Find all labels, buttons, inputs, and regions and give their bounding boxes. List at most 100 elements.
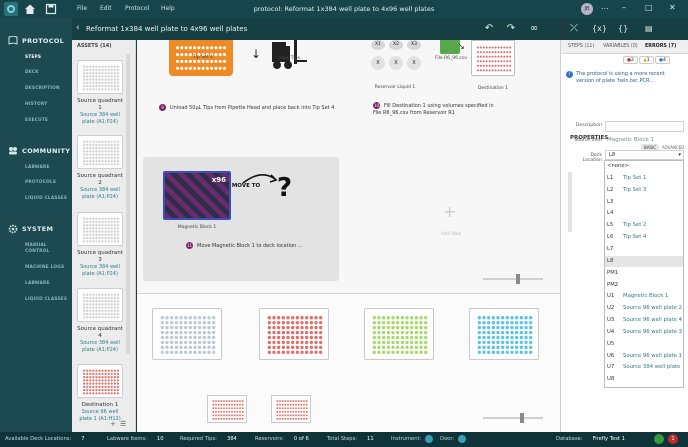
zoom-slider[interactable] (483, 417, 543, 419)
dropdown-option[interactable]: L4 (605, 208, 683, 219)
error-count-chip[interactable]: ●2 (623, 56, 638, 64)
asset-card[interactable]: Destination 1 Source 96 well plate 1 (A1… (77, 364, 123, 422)
step-11-card[interactable]: x96 MOVE TO ? Magnetic Block 1 11 Move Ma… (143, 157, 339, 281)
dropdown-option[interactable]: L7 (605, 244, 683, 255)
dropdown-option[interactable]: U3 Source 96 well plate 4 (605, 315, 683, 326)
deck-plate[interactable] (271, 395, 311, 423)
braces-icon[interactable]: {} (618, 21, 628, 37)
deck-plate[interactable] (364, 308, 434, 360)
well (104, 240, 107, 243)
link-icon[interactable]: ∞ (527, 21, 541, 37)
panel-scrollbar[interactable] (568, 172, 572, 232)
well (281, 325, 286, 330)
dropdown-option[interactable]: U4 Source 96 well plate 3 (605, 327, 683, 338)
asset-card[interactable]: Source quadrant 1 Source 384 well plate … (77, 60, 123, 125)
deck-plate[interactable] (152, 308, 222, 360)
assets-menu-icon[interactable]: ☰ (120, 420, 126, 428)
assets-add-icon[interactable]: + (110, 420, 116, 428)
well (223, 407, 225, 410)
dropdown-option[interactable]: U2 Source 96 well plate 2 (605, 303, 683, 314)
nav-item-deck[interactable]: DECK (25, 70, 39, 75)
well (276, 320, 281, 325)
nav-item-liquid-classes[interactable]: LIQUID CLASSES (25, 196, 67, 201)
well (215, 400, 217, 403)
well (101, 293, 104, 296)
menu-help[interactable]: Help (161, 5, 175, 12)
dropdown-option[interactable]: L1 Tip Set 1 (605, 173, 683, 184)
nav-item-manual-control[interactable]: MANUAL CONTROL (25, 243, 65, 255)
dropdown-option[interactable]: <none> (605, 161, 683, 172)
more-options-icon[interactable]: ... (601, 3, 609, 11)
layout-icon[interactable]: ▤ (645, 21, 653, 37)
warning-count-chip[interactable]: ▲1 (639, 56, 654, 64)
add-step-label[interactable]: Add Step (431, 232, 471, 237)
dropdown-option[interactable]: L6 Tip Set 4 (605, 232, 683, 243)
zoom-handle[interactable] (516, 274, 520, 284)
description-field[interactable] (605, 121, 684, 132)
minimize-button[interactable]: – (622, 3, 626, 13)
menu-edit[interactable]: Edit (100, 5, 112, 12)
asset-card[interactable]: Source quadrant 4 Source 384 well plate … (77, 288, 123, 353)
well (214, 59, 218, 63)
step-10[interactable]: 10 Fill Destination 1 using volumes speci… (373, 102, 503, 116)
zoom-handle[interactable] (520, 413, 524, 423)
dropdown-option[interactable]: PM2 (605, 280, 683, 291)
maximize-button[interactable]: □ (645, 3, 653, 13)
dropdown-option[interactable]: U5 (605, 339, 683, 350)
notification-badge[interactable]: 1 (668, 434, 678, 444)
nav-item-labware[interactable]: LABWARE (25, 165, 50, 170)
step-9[interactable]: 9 Unload 50μL Tips from Pipette Head and … (159, 104, 349, 112)
deck-plate[interactable] (469, 308, 539, 360)
dropdown-option[interactable]: U7 Source 384 well plate (605, 362, 683, 373)
home-icon[interactable] (24, 3, 36, 15)
redo-icon[interactable]: ↷ (504, 21, 518, 37)
well (423, 316, 428, 320)
well (116, 143, 119, 147)
menu-file[interactable]: File (77, 5, 87, 12)
deck-plate[interactable] (207, 395, 247, 423)
info-count-chip[interactable]: ●4 (655, 56, 670, 64)
dropdown-option[interactable]: L3 (605, 197, 683, 208)
well (491, 60, 494, 63)
well (228, 400, 231, 403)
back-arrow-icon[interactable]: ‹ (76, 23, 80, 33)
deck-location-select[interactable]: L8 ▾ (605, 150, 684, 160)
well (92, 309, 95, 312)
nav-item-system-liquid-classes[interactable]: LIQUID CLASSES (25, 297, 67, 302)
well (86, 78, 89, 81)
undo-icon[interactable]: ↶ (482, 21, 496, 37)
tab-variables[interactable]: VARIABLES (0) (603, 44, 638, 49)
menu-protocol[interactable]: Protocol (125, 5, 149, 12)
nav-item-description[interactable]: DESCRIPTION (25, 86, 60, 91)
tab-errors[interactable]: ERRORS (7) (645, 44, 676, 49)
dropdown-option[interactable]: PM1 (605, 268, 683, 279)
close-button[interactable]: ✕ (669, 3, 676, 13)
nav-item-steps[interactable]: STEPS (25, 55, 41, 60)
add-step-icon[interactable]: + (443, 204, 456, 220)
dropdown-option[interactable]: L2 Tip Set 3 (605, 185, 683, 196)
variables-icon[interactable]: {x} (592, 21, 607, 37)
nav-item-history[interactable]: HISTORY (25, 102, 47, 107)
dropdown-option[interactable]: U6 Source 96 well plate 1 (605, 351, 683, 362)
well (233, 417, 236, 420)
assets-scrollbar[interactable] (126, 54, 130, 354)
save-icon[interactable] (45, 3, 57, 15)
connection-indicator[interactable] (654, 434, 664, 444)
unlink-icon[interactable]: ⤫ (570, 21, 578, 37)
nav-item-execute[interactable]: EXECUTE (25, 118, 48, 123)
dropdown-option[interactable]: L5 Tip Set 2 (605, 220, 683, 231)
nav-item-protocols[interactable]: PROTOCOLS (25, 180, 56, 185)
asset-card[interactable]: Source quadrant 3 Source 384 well plate … (77, 212, 123, 277)
dropdown-option[interactable]: U8 (605, 374, 683, 385)
nav-item-machine-logs[interactable]: MACHINE LOGS (25, 265, 64, 270)
dropdown-option[interactable]: L8 (605, 255, 683, 267)
zoom-slider[interactable] (483, 278, 543, 280)
deck-plate[interactable] (259, 308, 329, 360)
avatar[interactable]: JB (581, 3, 593, 15)
well (179, 320, 183, 325)
well (514, 325, 519, 330)
dropdown-option[interactable]: U1 Magnetic Block 1 (605, 291, 683, 302)
asset-card[interactable]: Source quadrant 2 Source 384 well plate … (77, 135, 123, 200)
tab-steps[interactable]: STEPS (11) (568, 44, 594, 49)
nav-item-system-labware[interactable]: LABWARE (25, 281, 50, 286)
